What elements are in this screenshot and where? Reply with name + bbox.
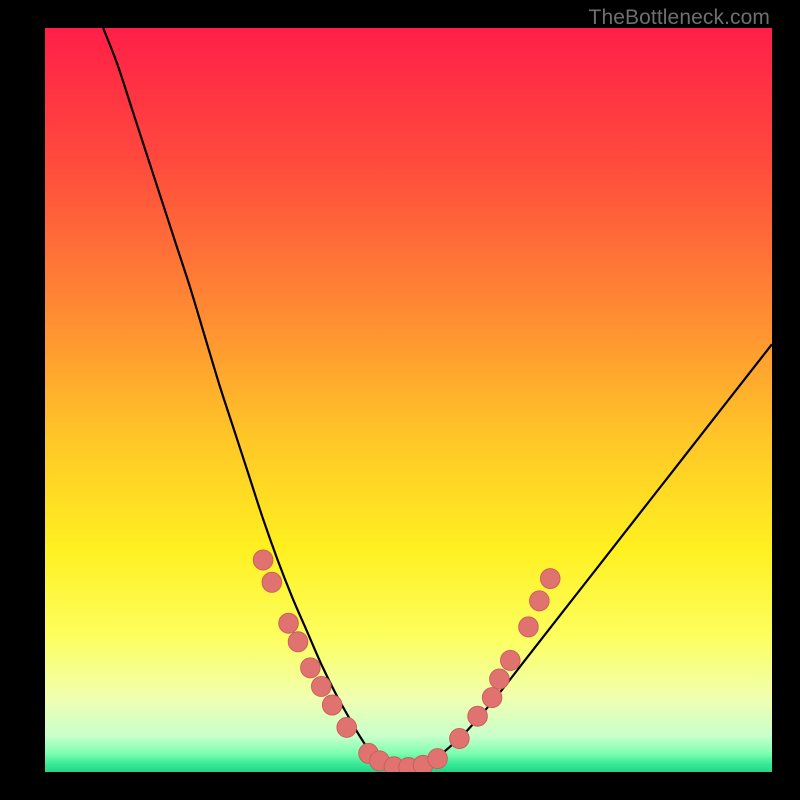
data-markers bbox=[253, 550, 560, 772]
data-marker bbox=[253, 550, 273, 570]
chart-canvas bbox=[45, 28, 772, 772]
bottleneck-curve bbox=[103, 28, 772, 769]
data-marker bbox=[337, 717, 357, 737]
data-marker bbox=[468, 706, 488, 726]
data-marker bbox=[262, 572, 282, 592]
data-marker bbox=[490, 669, 510, 689]
data-marker bbox=[450, 728, 470, 748]
black-frame: TheBottleneck.com bbox=[0, 0, 800, 800]
plot-area bbox=[45, 28, 772, 772]
data-marker bbox=[540, 569, 560, 589]
data-marker bbox=[500, 650, 520, 670]
data-marker bbox=[519, 617, 539, 637]
data-marker bbox=[288, 632, 308, 652]
data-marker bbox=[311, 676, 331, 696]
data-marker bbox=[482, 688, 502, 708]
data-marker bbox=[530, 591, 550, 611]
data-marker bbox=[322, 695, 342, 715]
watermark-text: TheBottleneck.com bbox=[589, 6, 770, 30]
data-marker bbox=[279, 613, 299, 633]
data-marker bbox=[301, 658, 321, 678]
data-marker bbox=[428, 749, 448, 769]
